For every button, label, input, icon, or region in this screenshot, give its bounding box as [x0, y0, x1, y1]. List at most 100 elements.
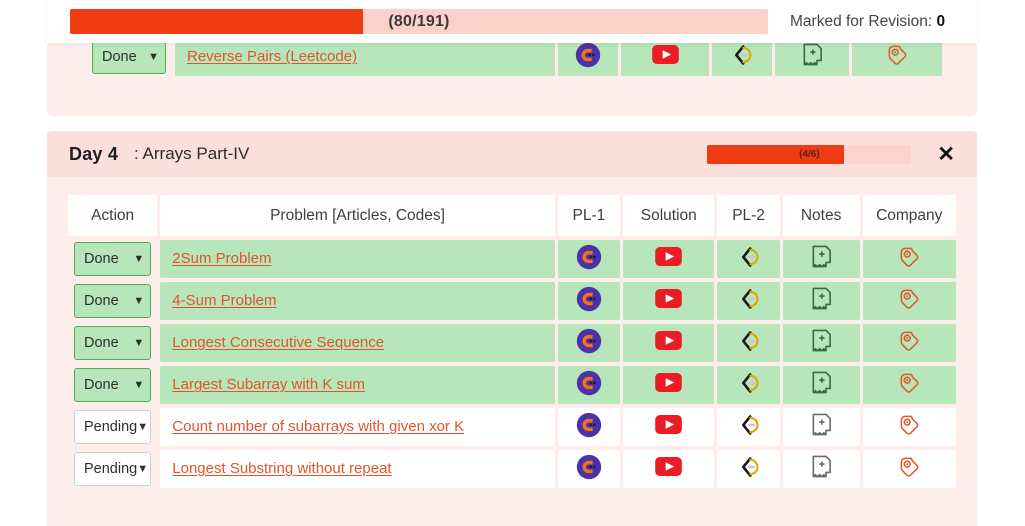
- action-cell: Done ▼: [86, 38, 172, 76]
- status-select[interactable]: Done ▼: [74, 368, 152, 402]
- chevron-down-icon: ▼: [133, 336, 145, 349]
- problem-cell: Largest Subarray with K sum: [160, 366, 555, 404]
- column-header-pl-2: PL-2: [717, 195, 780, 236]
- geeksforgeeks-icon[interactable]: [736, 328, 762, 354]
- icon-cell: [717, 408, 780, 446]
- problem-cell: Longest Substring without repeat: [160, 450, 555, 488]
- status-select[interactable]: Done ▼: [74, 284, 152, 318]
- icon-cell: [557, 282, 621, 320]
- icon-cell: [717, 366, 780, 404]
- action-cell: Done ▼: [68, 282, 157, 320]
- icon-cell: [782, 366, 860, 404]
- day-number: Day 4: [69, 143, 119, 164]
- overall-progress-label: (80/191): [388, 12, 450, 30]
- youtube-icon[interactable]: [655, 415, 683, 434]
- company-tag-icon[interactable]: [886, 43, 909, 66]
- company-tag-icon[interactable]: [898, 329, 921, 352]
- problem-link[interactable]: 4-Sum Problem: [172, 292, 276, 309]
- youtube-icon[interactable]: [655, 373, 683, 392]
- add-note-icon[interactable]: [810, 286, 833, 311]
- icon-cell: [717, 282, 780, 320]
- table-row: Done ▼ Largest Subarray with K sum: [68, 366, 956, 404]
- status-select-value: Done: [84, 293, 119, 309]
- company-tag-icon[interactable]: [898, 245, 921, 268]
- youtube-icon[interactable]: [655, 289, 683, 308]
- problem-link[interactable]: Largest Subarray with K sum: [172, 376, 365, 393]
- status-select[interactable]: Done ▼: [92, 40, 166, 74]
- action-cell: Pending ▼: [68, 408, 157, 446]
- close-icon[interactable]: ✕: [933, 144, 959, 165]
- problem-cell: 4-Sum Problem: [160, 282, 555, 320]
- company-tag-icon[interactable]: [898, 413, 921, 436]
- codestudio-ninja-icon[interactable]: [575, 42, 601, 68]
- problem-link[interactable]: Longest Substring without repeat: [172, 460, 391, 477]
- status-select[interactable]: Pending ▼: [74, 410, 152, 444]
- icon-cell: [862, 324, 956, 362]
- youtube-icon[interactable]: [655, 331, 683, 350]
- codestudio-ninja-icon[interactable]: [576, 244, 602, 270]
- problem-link[interactable]: Count number of subarrays with given xor…: [172, 418, 464, 435]
- codestudio-ninja-icon[interactable]: [576, 454, 602, 480]
- icon-cell: [558, 38, 618, 76]
- column-header-notes: Notes: [782, 195, 860, 236]
- codestudio-ninja-icon[interactable]: [576, 370, 602, 396]
- icon-cell: [557, 240, 621, 278]
- geeksforgeeks-icon[interactable]: [736, 370, 762, 396]
- status-select[interactable]: Done ▼: [74, 326, 152, 360]
- icon-cell: [862, 366, 956, 404]
- add-note-icon[interactable]: [810, 328, 833, 353]
- icon-cell: [862, 240, 956, 278]
- icon-cell: [623, 282, 715, 320]
- chevron-down-icon: ▼: [148, 50, 159, 63]
- column-header-company: Company: [862, 195, 956, 236]
- company-tag-icon[interactable]: [898, 455, 921, 478]
- youtube-icon[interactable]: [655, 457, 683, 476]
- table-header-row: Action Problem [Articles, Codes] PL-1 Solut…: [68, 195, 956, 236]
- status-select[interactable]: Done ▼: [74, 242, 152, 276]
- geeksforgeeks-icon[interactable]: [729, 42, 755, 68]
- add-note-icon[interactable]: [810, 454, 833, 479]
- youtube-icon[interactable]: [651, 45, 679, 64]
- icon-cell: [557, 450, 621, 488]
- problems-table: Action Problem [Articles, Codes] PL-1 Solut…: [65, 191, 959, 492]
- icon-cell: [623, 408, 715, 446]
- problem-link[interactable]: 2Sum Problem: [172, 250, 271, 267]
- table-row: Done ▼ 2Sum Problem: [68, 240, 956, 278]
- day-header[interactable]: Day 4 : Arrays Part-IV (4/6) ✕: [47, 131, 977, 177]
- day-progress-label: (4/6): [799, 148, 820, 160]
- icon-cell: [623, 324, 715, 362]
- youtube-icon[interactable]: [655, 247, 683, 266]
- icon-cell: [623, 240, 715, 278]
- status-select[interactable]: Pending ▼: [74, 452, 152, 486]
- geeksforgeeks-icon[interactable]: [736, 244, 762, 270]
- icon-cell: [557, 324, 621, 362]
- geeksforgeeks-icon[interactable]: [736, 412, 762, 438]
- column-header-pl-1: PL-1: [557, 195, 621, 236]
- problem-link[interactable]: Reverse Pairs (Leetcode): [187, 48, 357, 65]
- geeksforgeeks-icon[interactable]: [736, 454, 762, 480]
- icon-cell: [775, 38, 849, 76]
- codestudio-ninja-icon[interactable]: [576, 412, 602, 438]
- day-table-wrap: Action Problem [Articles, Codes] PL-1 Solut…: [47, 177, 977, 510]
- icon-cell: [557, 366, 621, 404]
- problem-link[interactable]: Longest Consecutive Sequence: [172, 334, 384, 351]
- column-header-solution: Solution: [623, 195, 715, 236]
- add-note-icon[interactable]: [810, 412, 833, 437]
- company-tag-icon[interactable]: [898, 287, 921, 310]
- table-row: Done ▼ Longest Consecutive Sequence: [68, 324, 956, 362]
- icon-cell: [862, 282, 956, 320]
- add-note-icon[interactable]: [810, 244, 833, 269]
- geeksforgeeks-icon[interactable]: [736, 286, 762, 312]
- codestudio-ninja-icon[interactable]: [576, 286, 602, 312]
- icon-cell: [717, 240, 780, 278]
- add-note-icon[interactable]: [810, 370, 833, 395]
- table-row: Pending ▼ Count number of subarrays with…: [68, 408, 956, 446]
- codestudio-ninja-icon[interactable]: [576, 328, 602, 354]
- add-note-icon[interactable]: [801, 42, 824, 67]
- action-cell: Done ▼: [68, 366, 157, 404]
- overall-progress-bar: (80/191): [70, 9, 768, 34]
- company-tag-icon[interactable]: [898, 371, 921, 394]
- chevron-down-icon: ▼: [137, 462, 149, 475]
- status-select-value: Done: [84, 251, 119, 267]
- icon-cell: [623, 366, 715, 404]
